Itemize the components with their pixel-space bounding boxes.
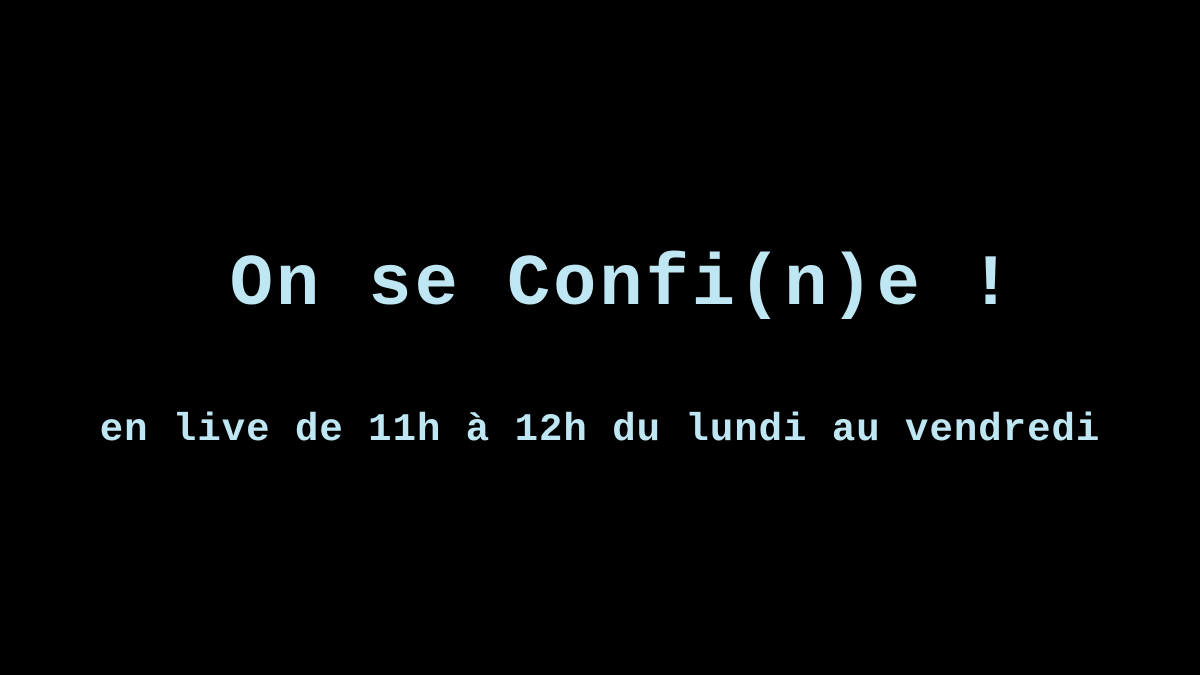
show-title: On se Confi(n)e ! <box>229 244 1016 326</box>
title-card: On se Confi(n)e ! en live de 11h à 12h d… <box>0 0 1200 675</box>
schedule-text: en live de 11h à 12h du lundi au vendred… <box>99 408 1101 452</box>
